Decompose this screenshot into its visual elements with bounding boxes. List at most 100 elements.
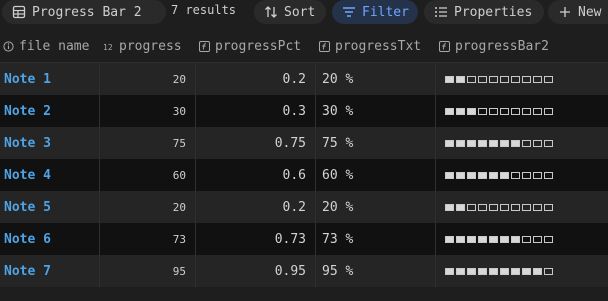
sort-button[interactable]: Sort	[254, 0, 326, 24]
filter-button[interactable]: Filter	[332, 0, 418, 24]
table-header: file name 12 progress progressPct progre…	[0, 31, 608, 63]
progress-segment-filled	[500, 235, 509, 243]
progress-segment-empty	[533, 107, 542, 115]
progress-segment-empty	[522, 235, 531, 243]
progress-segment-filled	[467, 107, 476, 115]
progress-bar-cell	[436, 95, 608, 127]
column-header-progress-txt[interactable]: progressTxt	[316, 31, 436, 62]
plus-icon	[558, 5, 572, 19]
table-row[interactable]: Note 4 60 0.6 60 %	[0, 159, 608, 191]
progress-segment-filled	[500, 171, 509, 179]
progress-segment-filled	[467, 171, 476, 179]
progress-segment-empty	[500, 75, 509, 83]
progress-segment-empty	[511, 171, 520, 179]
progress-segment-empty	[500, 203, 509, 211]
progress-bar	[445, 139, 553, 147]
progress-bar-cell	[436, 159, 608, 191]
file-name-link[interactable]: Note 6	[0, 223, 100, 255]
progress-segment-empty	[533, 235, 542, 243]
formula-icon	[199, 41, 210, 52]
progress-segment-filled	[456, 139, 465, 147]
data-table: file name 12 progress progressPct progre…	[0, 31, 608, 287]
column-header-progress[interactable]: 12 progress	[100, 31, 196, 62]
progress-segment-empty	[511, 75, 520, 83]
progress-segment-empty	[544, 235, 553, 243]
progress-pct-value: 0.6	[196, 159, 316, 191]
progress-txt-value: 30 %	[316, 95, 436, 127]
progress-txt-value: 20 %	[316, 191, 436, 223]
file-name-link[interactable]: Note 2	[0, 95, 100, 127]
progress-segment-empty	[478, 203, 487, 211]
file-name-link[interactable]: Note 4	[0, 159, 100, 191]
column-label: progressTxt	[335, 39, 422, 54]
properties-button[interactable]: Properties	[424, 0, 544, 24]
progress-segment-empty	[489, 75, 498, 83]
progress-segment-filled	[445, 75, 454, 83]
progress-segment-filled	[489, 171, 498, 179]
column-header-progress-pct[interactable]: progressPct	[196, 31, 316, 62]
table-icon	[12, 5, 26, 19]
column-header-progress-bar2[interactable]: progressBar2	[436, 31, 608, 62]
progress-bar	[445, 171, 553, 179]
progress-value: 20	[100, 63, 196, 95]
progress-value: 75	[100, 127, 196, 159]
progress-segment-filled	[445, 107, 454, 115]
filter-label: Filter	[362, 4, 409, 20]
progress-segment-filled	[522, 267, 531, 275]
column-header-file-name[interactable]: file name	[0, 31, 100, 62]
new-button[interactable]: New	[548, 0, 608, 24]
progress-segment-filled	[467, 139, 476, 147]
progress-value: 95	[100, 255, 196, 287]
progress-segment-filled	[511, 139, 520, 147]
table-row[interactable]: Note 7 95 0.95 95 %	[0, 255, 608, 287]
progress-segment-filled	[456, 235, 465, 243]
progress-segment-empty	[544, 267, 553, 275]
progress-txt-value: 20 %	[316, 63, 436, 95]
column-label: progressPct	[215, 39, 302, 54]
progress-segment-filled	[445, 171, 454, 179]
progress-segment-filled	[456, 75, 465, 83]
table-row[interactable]: Note 6 73 0.73 73 %	[0, 223, 608, 255]
progress-segment-empty	[500, 107, 509, 115]
progress-bar-cell	[436, 223, 608, 255]
progress-bar	[445, 235, 553, 243]
file-name-link[interactable]: Note 5	[0, 191, 100, 223]
file-name-link[interactable]: Note 1	[0, 63, 100, 95]
file-name-link[interactable]: Note 3	[0, 127, 100, 159]
table-row[interactable]: Note 1 20 0.2 20 %	[0, 63, 608, 95]
progress-bar	[445, 267, 553, 275]
progress-segment-filled	[456, 171, 465, 179]
progress-bar	[445, 203, 553, 211]
progress-txt-value: 73 %	[316, 223, 436, 255]
column-label: progressBar2	[455, 39, 549, 54]
table-body: Note 1 20 0.2 20 % Note 2 30 0.3 30 % Note 3 75 0.…	[0, 63, 608, 287]
table-row[interactable]: Note 5 20 0.2 20 %	[0, 191, 608, 223]
table-row[interactable]: Note 2 30 0.3 30 %	[0, 95, 608, 127]
progress-segment-empty	[533, 75, 542, 83]
svg-text:12: 12	[103, 43, 113, 52]
progress-segment-filled	[489, 267, 498, 275]
progress-bar-cell	[436, 63, 608, 95]
progress-segment-filled	[445, 235, 454, 243]
table-row[interactable]: Note 3 75 0.75 75 %	[0, 127, 608, 159]
sort-label: Sort	[284, 4, 316, 20]
progress-segment-empty	[544, 107, 553, 115]
progress-segment-filled	[489, 139, 498, 147]
progress-segment-empty	[533, 139, 542, 147]
view-switcher-button[interactable]: Progress Bar 2	[2, 0, 166, 24]
progress-segment-empty	[544, 171, 553, 179]
column-label: progress	[119, 39, 182, 54]
progress-segment-filled	[456, 107, 465, 115]
progress-segment-filled	[456, 203, 465, 211]
progress-segment-filled	[478, 267, 487, 275]
progress-pct-value: 0.73	[196, 223, 316, 255]
progress-value: 73	[100, 223, 196, 255]
progress-segment-empty	[522, 171, 531, 179]
number-icon: 12	[103, 41, 114, 52]
file-name-link[interactable]: Note 7	[0, 255, 100, 287]
progress-bar-cell	[436, 127, 608, 159]
progress-segment-empty	[511, 107, 520, 115]
progress-segment-empty	[522, 139, 531, 147]
progress-segment-filled	[478, 139, 487, 147]
progress-segment-empty	[533, 203, 542, 211]
